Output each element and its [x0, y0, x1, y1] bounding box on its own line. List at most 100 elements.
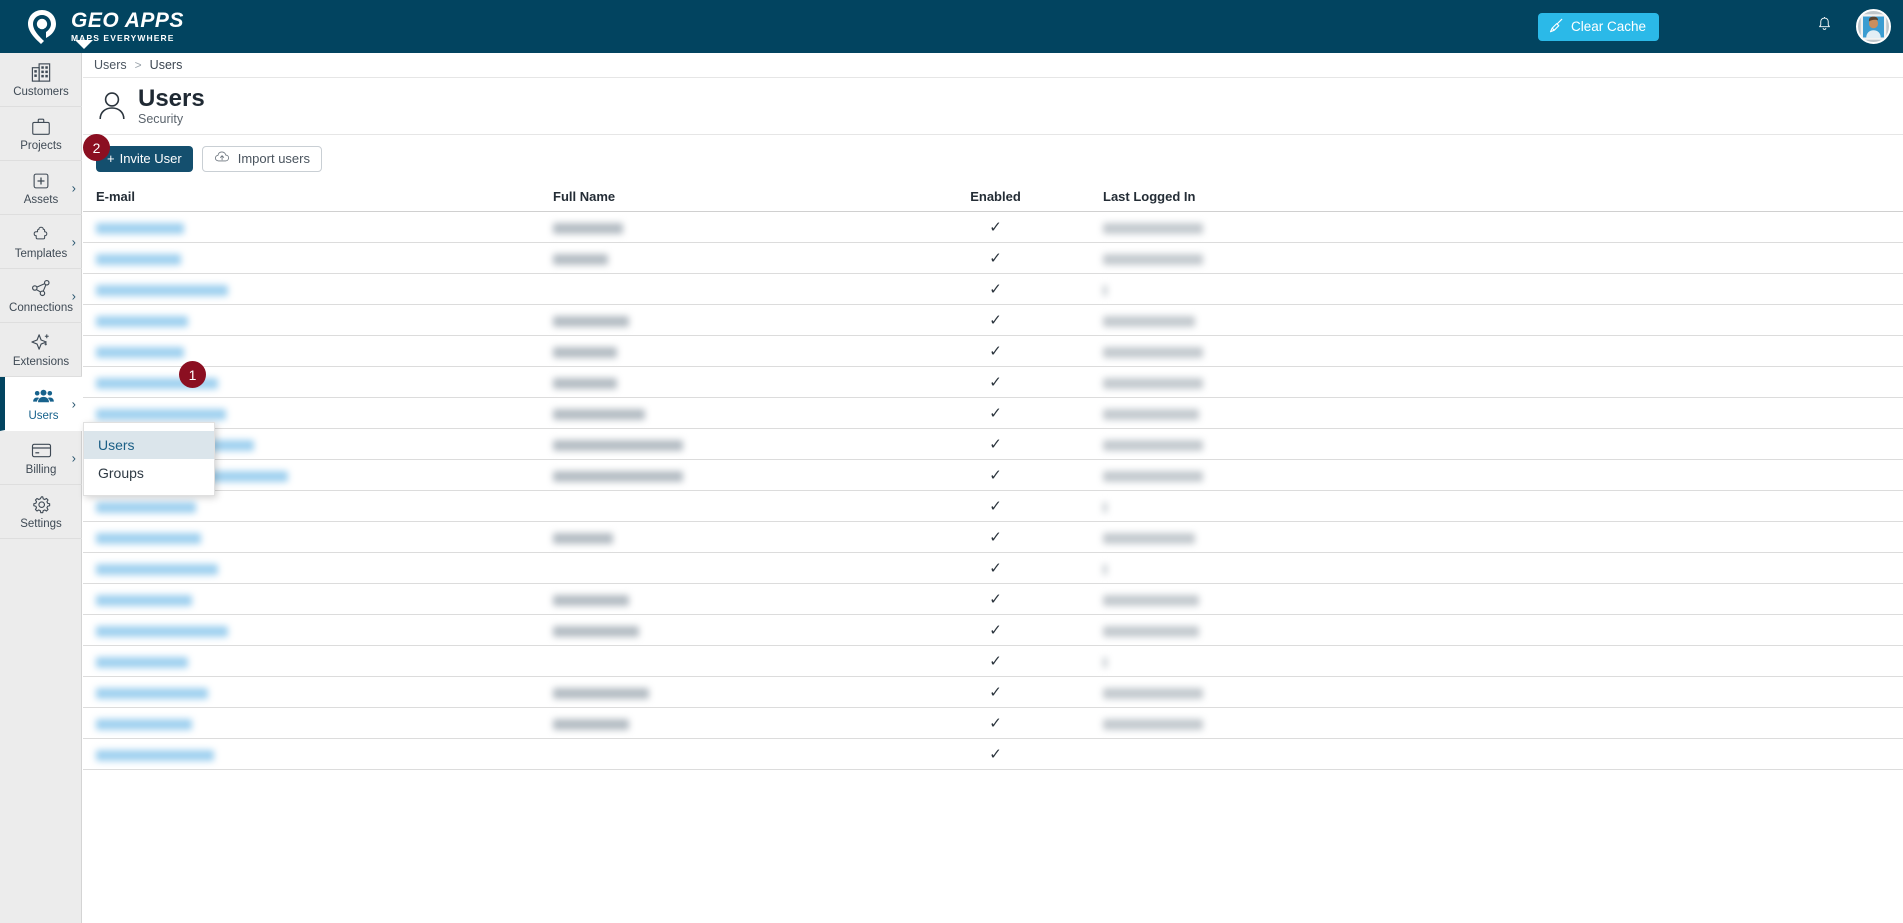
app-logo[interactable]: GEO APPS MAPS EVERYWHERE	[22, 7, 184, 47]
table-row[interactable]: ✓	[83, 460, 1903, 491]
table-row[interactable]: ✓	[83, 646, 1903, 677]
sidebar-item-label: Templates	[14, 247, 68, 260]
cell-fullname	[553, 437, 888, 452]
cell-fullname	[553, 592, 888, 607]
cell-fullname	[553, 344, 888, 359]
table-row[interactable]: ✓	[83, 243, 1903, 274]
redacted-value	[553, 594, 629, 606]
table-row[interactable]: ✓	[83, 584, 1903, 615]
sidebar-item-settings[interactable]: Settings	[0, 485, 82, 539]
redacted-value	[96, 408, 226, 420]
cell-lastloggedin	[1103, 530, 1503, 545]
cell-fullname	[553, 530, 888, 545]
table-row[interactable]: ✓	[83, 491, 1903, 522]
check-icon: ✓	[989, 435, 1002, 453]
cell-email[interactable]	[83, 499, 553, 514]
sidebar-item-templates[interactable]: Templates ›	[0, 215, 82, 269]
cell-email[interactable]	[83, 592, 553, 607]
redacted-value	[553, 718, 629, 730]
check-icon: ✓	[989, 373, 1002, 391]
sidebar-item-assets[interactable]: Assets ›	[0, 161, 82, 215]
cell-email[interactable]	[83, 716, 553, 731]
notifications-button[interactable]	[1811, 14, 1837, 40]
cell-enabled: ✓	[888, 251, 1103, 266]
person-icon	[96, 89, 128, 123]
table-row[interactable]: ✓	[83, 429, 1903, 460]
cell-email[interactable]	[83, 685, 553, 700]
redacted-value	[1103, 284, 1107, 296]
import-users-label: Import users	[237, 151, 310, 166]
cell-email[interactable]	[83, 344, 553, 359]
redacted-value	[96, 749, 214, 761]
sidebar-item-extensions[interactable]: Extensions	[0, 323, 82, 377]
table-row[interactable]: ✓	[83, 212, 1903, 243]
sparkle-icon	[30, 331, 53, 354]
sidebar-item-billing[interactable]: Billing ›	[0, 431, 82, 485]
clear-cache-button[interactable]: Clear Cache	[1537, 12, 1659, 41]
redacted-value	[96, 284, 228, 296]
cell-email[interactable]	[83, 375, 553, 390]
sidebar-item-users[interactable]: Users ›	[0, 377, 82, 431]
cell-lastloggedin	[1103, 344, 1503, 359]
redacted-value	[1103, 470, 1203, 482]
column-header-enabled[interactable]: Enabled	[888, 189, 1103, 204]
import-users-button[interactable]: Import users	[201, 145, 322, 172]
redacted-value	[553, 687, 649, 699]
invite-user-button[interactable]: + Invite User	[96, 145, 193, 172]
column-header-email[interactable]: E-mail	[83, 189, 553, 204]
check-icon: ✓	[989, 311, 1002, 329]
cell-email[interactable]	[83, 623, 553, 638]
redacted-value	[1103, 563, 1107, 575]
column-header-fullname[interactable]: Full Name	[553, 189, 888, 204]
cell-email[interactable]	[83, 220, 553, 235]
avatar[interactable]	[1856, 9, 1891, 44]
cell-email[interactable]	[83, 561, 553, 576]
table-row[interactable]: ✓	[83, 367, 1903, 398]
submenu-item-groups[interactable]: Groups	[84, 459, 214, 487]
cell-lastloggedin	[1103, 685, 1503, 700]
sidebar-item-label: Users	[28, 409, 59, 422]
redacted-value	[1103, 377, 1203, 389]
cell-email[interactable]	[83, 530, 553, 545]
cell-email[interactable]	[83, 406, 553, 421]
table-row[interactable]: ✓	[83, 677, 1903, 708]
sidebar-item-connections[interactable]: Connections ›	[0, 269, 82, 323]
top-bar-right: Clear Cache	[1537, 9, 1903, 44]
cell-lastloggedin	[1103, 313, 1503, 328]
submenu-item-users[interactable]: Users	[84, 431, 214, 459]
cell-enabled: ✓	[888, 406, 1103, 421]
cell-enabled: ✓	[888, 220, 1103, 235]
table-row[interactable]: ✓	[83, 615, 1903, 646]
cell-email[interactable]	[83, 313, 553, 328]
sidebar-item-label: Customers	[13, 85, 69, 98]
cell-email[interactable]	[83, 251, 553, 266]
breadcrumb-parent[interactable]: Users	[94, 58, 127, 72]
cell-fullname	[553, 313, 888, 328]
cell-lastloggedin	[1103, 654, 1503, 669]
redacted-value	[96, 501, 196, 513]
cell-enabled: ✓	[888, 530, 1103, 545]
check-icon: ✓	[989, 218, 1002, 236]
buildings-icon	[30, 61, 53, 84]
cell-email[interactable]	[83, 654, 553, 669]
table-row[interactable]: ✓	[83, 398, 1903, 429]
table-row[interactable]: ✓	[83, 708, 1903, 739]
cell-lastloggedin	[1103, 406, 1503, 421]
sidebar-item-customers[interactable]: Customers	[0, 53, 82, 107]
plus-square-icon	[30, 169, 52, 192]
page-header: Users Security	[83, 78, 1903, 135]
table-row[interactable]: ✓	[83, 274, 1903, 305]
table-row[interactable]: ✓	[83, 336, 1903, 367]
table-row[interactable]: ✓	[83, 553, 1903, 584]
redacted-value	[553, 625, 639, 637]
table-row[interactable]: ✓	[83, 305, 1903, 336]
redacted-value	[96, 253, 181, 265]
cell-email[interactable]	[83, 282, 553, 297]
table-row[interactable]: ✓	[83, 522, 1903, 553]
cell-enabled: ✓	[888, 716, 1103, 731]
cell-email[interactable]	[83, 747, 553, 762]
sidebar-item-projects[interactable]: Projects	[0, 107, 82, 161]
cell-lastloggedin	[1103, 282, 1503, 297]
column-header-lastlogged[interactable]: Last Logged In	[1103, 189, 1503, 204]
table-row[interactable]: ✓	[83, 739, 1903, 770]
